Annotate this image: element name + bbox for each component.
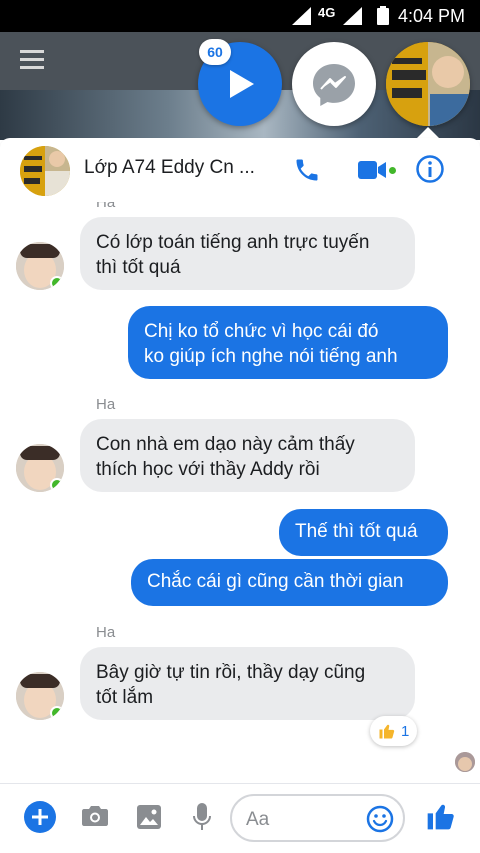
status-bar: 4G 4:04 PM [0, 0, 480, 32]
message-line: thích học với thầy Addy rồi [96, 459, 320, 480]
messenger-chat-head[interactable] [292, 42, 376, 126]
cell-signal-icon [343, 7, 362, 25]
composer-bar: Aa [0, 783, 480, 853]
message-bubble-outgoing[interactable]: Chắc cái gì cũng cần thời gian [131, 559, 448, 606]
info-icon[interactable] [415, 154, 445, 184]
microphone-icon[interactable] [192, 802, 212, 832]
conversation-title[interactable]: Lớp A74 Eddy Cn ... [84, 157, 255, 179]
add-button[interactable] [24, 801, 56, 833]
video-call-icon[interactable] [358, 158, 386, 182]
group-avatar-image [386, 42, 470, 126]
message-bubble-incoming[interactable]: Con nhà em dạo này cảm thấy thích học vớ… [80, 419, 415, 492]
sender-name: Ha [96, 202, 116, 211]
message-line: Con nhà em dạo này cảm thấy [96, 434, 355, 455]
message-line: tốt lắm [96, 687, 154, 708]
online-indicator [50, 276, 64, 290]
message-input-placeholder: Aa [246, 809, 270, 830]
online-indicator [50, 706, 64, 720]
message-line: Chị ko tổ chức vì học cái đó [144, 321, 379, 342]
message-line: Có lớp toán tiếng anh trực tuyến [96, 232, 370, 253]
like-button-icon[interactable] [425, 800, 457, 832]
message-bubble-incoming[interactable]: Bây giờ tự tin rồi, thầy dạy cũng tốt lắ… [80, 647, 415, 720]
group-avatar-image [20, 146, 70, 196]
message-line: Chắc cái gì cũng cần thời gian [147, 571, 404, 592]
seen-indicator-avatar [455, 752, 475, 772]
phone-icon[interactable] [293, 156, 321, 184]
message-line: Thế thì tốt quá [295, 521, 418, 542]
child-photo [455, 752, 475, 772]
clock: 4:04 PM [398, 6, 466, 26]
message-line: Bây giờ tự tin rồi, thầy dạy cũng [96, 662, 366, 683]
message-list[interactable]: Ha Có lớp toán tiếng anh trực tuyến thì … [0, 202, 480, 782]
reaction-count: 1 [401, 722, 410, 740]
conversation-header: Lớp A74 Eddy Cn ... [0, 138, 480, 202]
online-indicator [50, 478, 64, 492]
battery-icon [377, 6, 389, 25]
thumbs-up-icon [379, 724, 395, 739]
group-chat-head[interactable] [386, 42, 470, 126]
messenger-icon [313, 64, 355, 106]
sender-name: Ha [96, 396, 116, 413]
avatar[interactable] [16, 444, 64, 492]
play-icon [230, 70, 254, 98]
chat-head-pointer [417, 127, 439, 138]
message-bubble-outgoing[interactable]: Chị ko tổ chức vì học cái đó ko giúp ích… [128, 306, 448, 379]
message-line: ko giúp ích nghe nói tiếng anh [144, 346, 398, 367]
active-status-dot [389, 167, 396, 174]
message-line: thì tốt quá [96, 257, 181, 278]
emoji-icon[interactable] [366, 805, 394, 833]
group-avatar[interactable] [20, 146, 70, 196]
hamburger-menu-icon[interactable] [20, 50, 44, 70]
message-reaction[interactable]: 1 [370, 716, 418, 746]
gallery-icon[interactable] [136, 804, 162, 830]
sender-name: Ha [96, 624, 116, 641]
plus-icon [32, 809, 48, 825]
wifi-signal-icon [292, 7, 311, 25]
camera-icon[interactable] [81, 804, 109, 828]
video-count-badge: 60 [199, 39, 231, 65]
network-type: 4G [318, 5, 336, 20]
avatar[interactable] [16, 672, 64, 720]
message-bubble-outgoing[interactable]: Thế thì tốt quá [279, 509, 448, 556]
avatar[interactable] [16, 242, 64, 290]
message-bubble-incoming[interactable]: Có lớp toán tiếng anh trực tuyến thì tốt… [80, 217, 415, 290]
